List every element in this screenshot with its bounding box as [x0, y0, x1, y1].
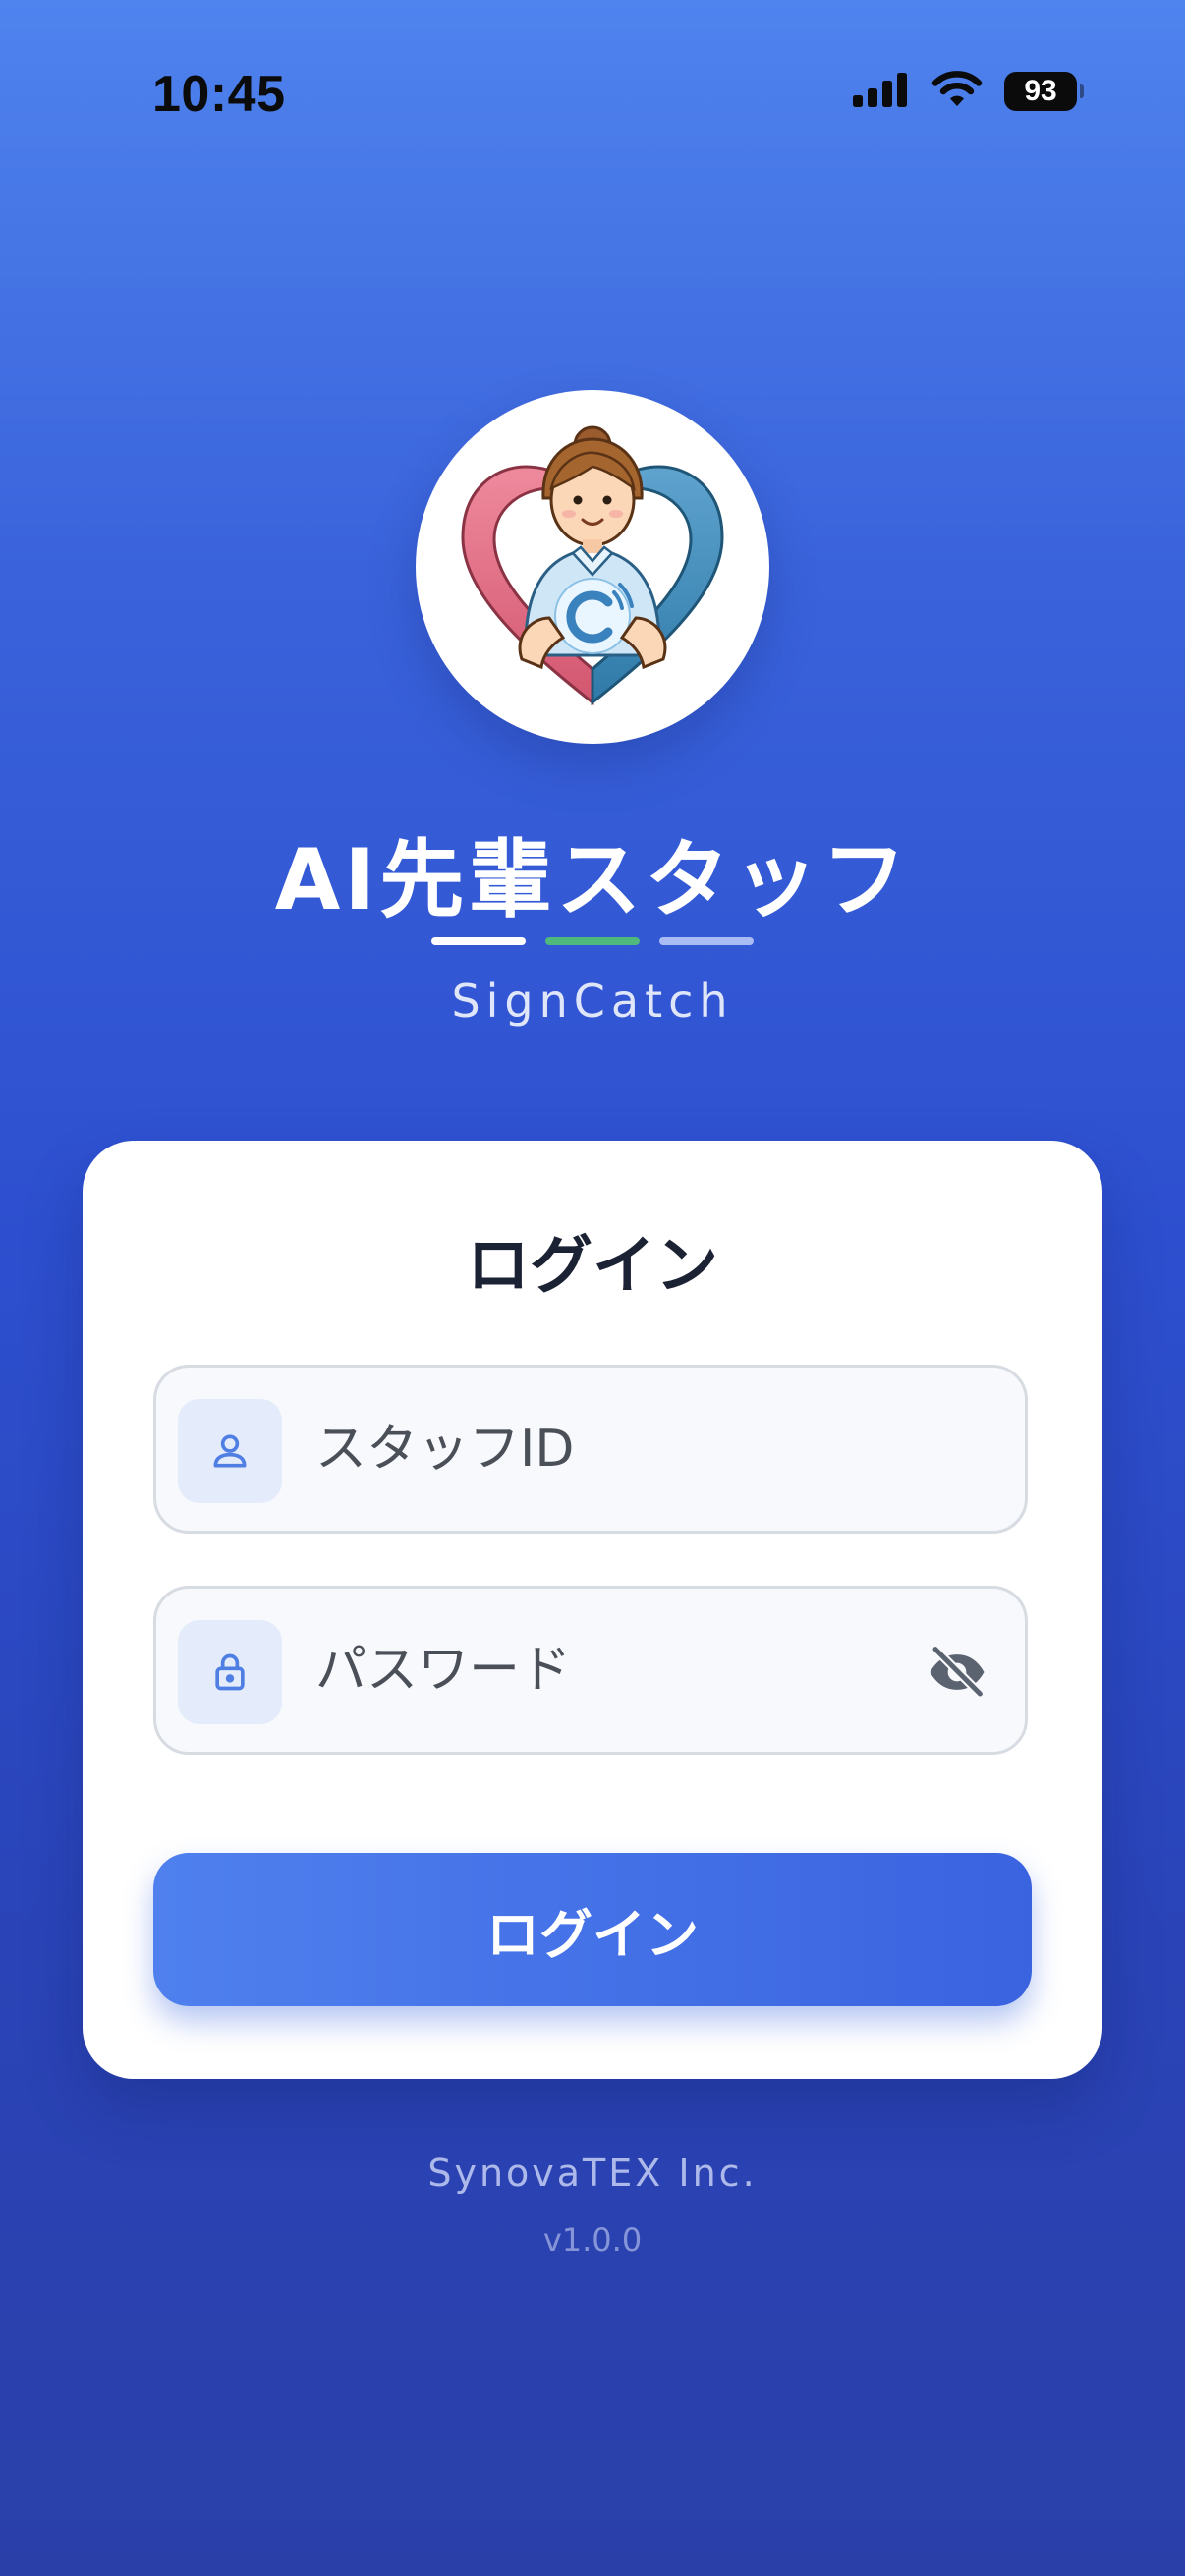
accent-bar-white: [431, 937, 526, 945]
app-subtitle: SignCatch: [451, 975, 734, 1028]
login-title: ログイン: [467, 1230, 718, 1303]
company-name: SynovaTEX Inc.: [427, 2152, 758, 2195]
status-icons: 93: [851, 71, 1084, 112]
battery-icon: 93: [1004, 72, 1084, 111]
staff-id-field[interactable]: [153, 1365, 1028, 1534]
accent-bar-green: [545, 937, 640, 945]
app-version: v1.0.0: [542, 2221, 643, 2259]
wifi-icon: [931, 71, 983, 112]
status-bar: 10:45 93: [0, 0, 1185, 196]
battery-level: 93: [1024, 75, 1057, 107]
password-field[interactable]: [153, 1586, 1028, 1755]
user-icon: [178, 1399, 282, 1503]
login-button[interactable]: ログイン: [153, 1853, 1032, 2006]
app-title: AI先輩スタッフ: [274, 831, 911, 929]
staff-id-input[interactable]: [315, 1368, 866, 1531]
status-time: 10:45: [152, 66, 286, 123]
eye-off-icon[interactable]: [923, 1638, 991, 1707]
lock-icon: [178, 1620, 282, 1724]
signal-icon: [851, 72, 910, 111]
login-card: ログイン ログイン: [83, 1141, 1102, 2079]
staff-heart-logo-icon: [461, 425, 724, 706]
title-accent-bars: [0, 937, 1185, 945]
accent-bar-lavender: [659, 937, 754, 945]
password-input[interactable]: [315, 1589, 866, 1752]
app-logo: [416, 390, 769, 744]
